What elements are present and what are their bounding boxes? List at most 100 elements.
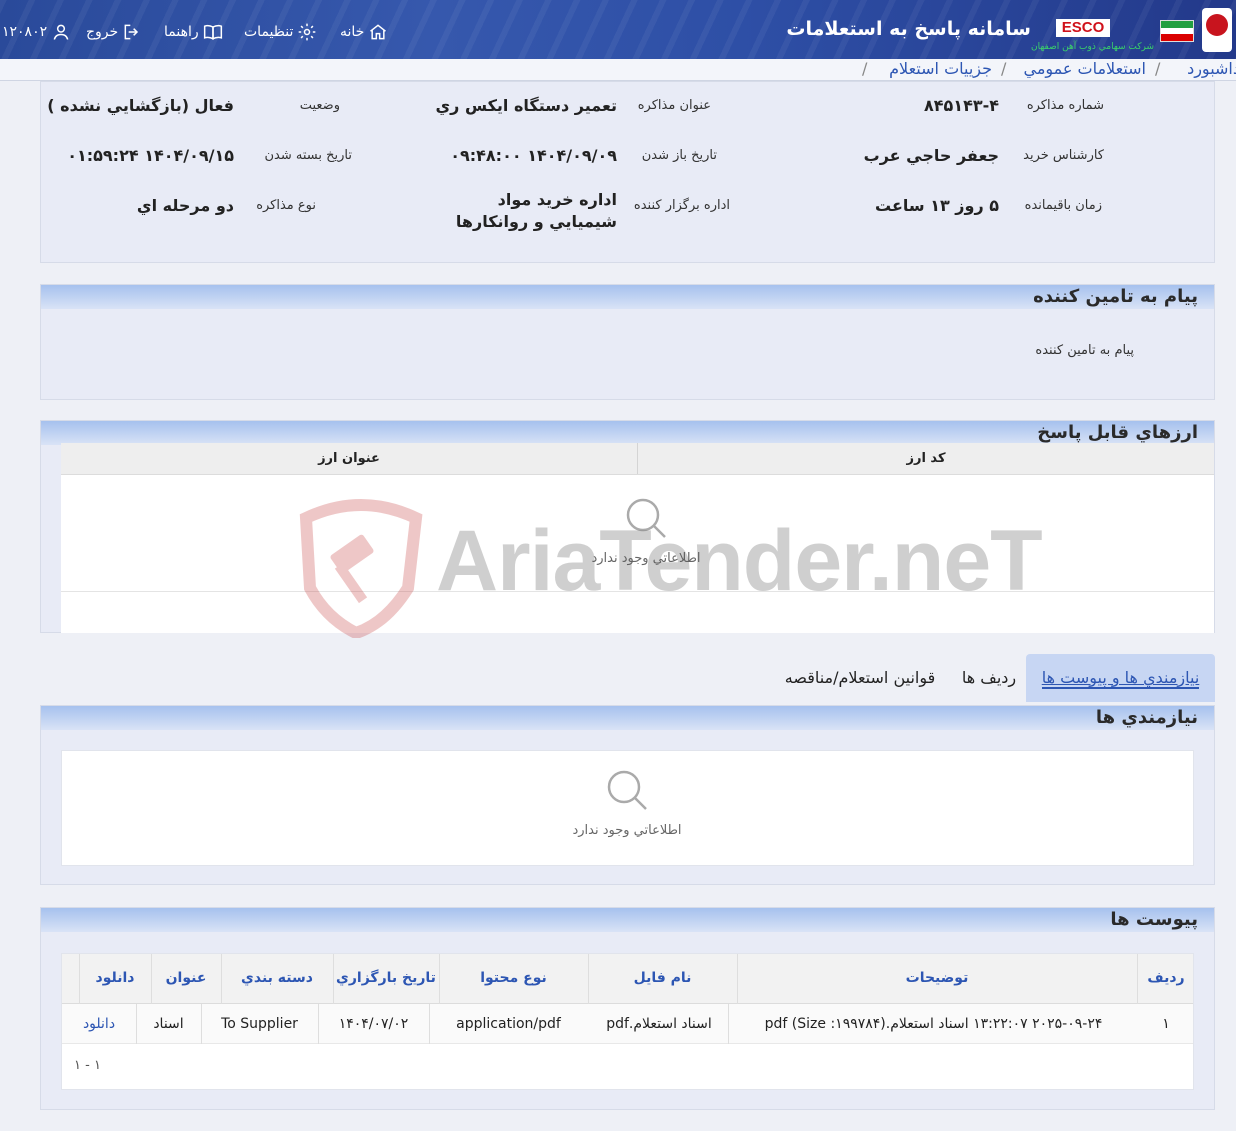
top-header-bar: ESCO شركت سهامي ذوب آهن اصفهان سامانه پا… — [0, 0, 1236, 59]
column-header-currency-title[interactable]: عنوان ارز — [61, 443, 637, 474]
grid-footer-divider — [61, 591, 1214, 592]
currencies-grid-header: كد ارز عنوان ارز — [61, 443, 1214, 475]
nav-logout-label: خروج — [86, 24, 119, 40]
breadcrumb-dashboard[interactable]: داشبورد — [1187, 59, 1236, 78]
breadcrumb-inquiry-details[interactable]: جزييات استعلام — [889, 59, 992, 78]
column-divider — [439, 954, 440, 1004]
column-header-index[interactable]: رديف — [1137, 954, 1195, 1003]
requirements-empty-state: اطلاعاتي وجود ندارد — [552, 767, 702, 838]
company-name: شركت سهامي ذوب آهن اصفهان — [1031, 42, 1154, 52]
requirements-empty-text: اطلاعاتي وجود ندارد — [572, 823, 682, 838]
column-header-content-type[interactable]: نوع محتوا — [439, 954, 588, 1003]
cell-file-name: اسناد استعلام.pdf — [606, 1016, 712, 1032]
column-header-currency-code[interactable]: كد ارز — [637, 443, 1214, 474]
tab-requirements-attachments-label: نيازمندي ها و پيوست ها — [1041, 668, 1200, 689]
supplier-message-text: پيام به تامين كننده — [1035, 343, 1134, 358]
pager-info: ۱ - ۱ — [74, 1058, 101, 1073]
nav-user[interactable]: ۱۲۰۸۰۲ — [2, 22, 71, 42]
negotiation-type: دو مرحله اي — [136, 196, 234, 215]
tab-inquiry-rules[interactable]: قوانين استعلام/مناقصه — [770, 654, 950, 702]
close-date: ۱۴۰۴/۰۹/۱۵ ۰۱:۵۹:۲۴ — [67, 146, 234, 165]
requirements-grid: اطلاعاتي وجود ندارد — [61, 750, 1194, 866]
column-divider — [79, 954, 80, 1004]
column-divider — [1137, 954, 1138, 1004]
cell-index: ۱ — [1162, 1016, 1170, 1032]
download-link[interactable]: دانلود — [62, 1004, 136, 1044]
column-divider — [429, 1004, 430, 1044]
column-header-upload-date[interactable]: تاريخ بارگزاري — [333, 954, 439, 1003]
organizer-label: اداره برگزار كننده — [633, 198, 730, 213]
column-divider — [318, 1004, 319, 1044]
user-id: ۱۲۰۸۰۲ — [2, 24, 48, 40]
remaining-time-label: زمان باقيمانده — [1024, 198, 1102, 213]
search-icon — [607, 770, 647, 810]
tab-requirements-attachments[interactable]: نيازمندي ها و پيوست ها — [1026, 654, 1215, 702]
open-date-label: تاريخ باز شدن — [641, 148, 717, 163]
nav-home-label: خانه — [340, 24, 365, 40]
attachments-grid-header: رديف توضيحات نام فايل نوع محتوا تاريخ با… — [62, 954, 1193, 1004]
gear-icon — [299, 23, 316, 41]
column-header-file-name[interactable]: نام فايل — [588, 954, 737, 1003]
cell-category: To Supplier — [221, 1016, 298, 1032]
currencies-empty-text: اطلاعاتي وجود ندارد — [591, 551, 701, 566]
company-logo[interactable]: ESCO شركت سهامي ذوب آهن اصفهان — [1000, 0, 1236, 59]
nav-settings-label: تنظيمات — [244, 24, 294, 40]
book-icon — [203, 24, 222, 40]
panel-header — [41, 706, 1214, 730]
logout-icon — [124, 24, 139, 40]
attachments-title: پيوست ها — [1110, 909, 1198, 930]
breadcrumb-public-inquiries[interactable]: استعلامات عمومي — [1023, 59, 1146, 78]
breadcrumb-separator: / — [1001, 59, 1007, 78]
home-icon — [370, 24, 387, 40]
nav-home[interactable]: خانه — [340, 22, 388, 42]
column-header-title[interactable]: عنوان — [151, 954, 221, 1003]
column-divider — [221, 954, 222, 1004]
remaining-time: ۵ روز ۱۳ ساعت — [875, 196, 999, 215]
requirements-title: نيازمندي ها — [1095, 707, 1198, 728]
supplier-message-title: پيام به تامين كننده — [1033, 286, 1198, 307]
negotiation-title-label: عنوان مذاكره — [637, 98, 711, 113]
column-header-category[interactable]: دسته بندي — [221, 954, 333, 1003]
app-title: سامانه پاسخ به استعلامات — [786, 18, 1031, 40]
user-icon — [53, 24, 69, 40]
status-value: فعال (بازگشايي نشده ) — [47, 96, 234, 115]
column-divider — [151, 954, 152, 1004]
esco-logo-text: ESCO — [1056, 19, 1110, 37]
negotiation-title: تعمير دستگاه ايكس ري — [435, 96, 617, 115]
tab-rows-label: رديف ها — [961, 668, 1017, 687]
nav-guide-label: راهنما — [164, 24, 199, 40]
column-header-download[interactable]: دانلود — [79, 954, 151, 1003]
negotiation-type-label: نوع مذاكره — [256, 198, 316, 213]
supplier-message-panel: پيام به تامين كننده پيام به تامين كننده — [40, 284, 1215, 400]
tab-rows[interactable]: رديف ها — [954, 654, 1024, 702]
status-label: وضعيت — [299, 98, 340, 113]
organizer-line2: شيميايي و روانكارها — [455, 212, 617, 231]
attachments-panel: پيوست ها رديف توضيحات نام فايل نوع محتوا… — [40, 907, 1215, 1110]
cell-content-type: application/pdf — [456, 1016, 561, 1032]
table-row[interactable]: ۱ ۲۰۲۵-۰۹-۲۴ ۱۳:۲۲:۰۷ اسناد استعلام.(Siz… — [62, 1004, 1193, 1044]
breadcrumb: داشبورد / استعلامات عمومي / جزييات استعل… — [0, 59, 1236, 81]
nav-settings[interactable]: تنظيمات — [244, 22, 317, 42]
close-date-label: تاريخ بسته شدن — [264, 148, 352, 163]
column-divider — [136, 1004, 137, 1044]
column-divider — [728, 1004, 729, 1044]
column-divider — [737, 954, 738, 1004]
purchase-expert: جعفر حاجي عرب — [863, 146, 999, 165]
search-icon — [626, 498, 666, 538]
company-emblem-icon — [1202, 8, 1232, 52]
column-divider — [588, 954, 589, 1004]
currencies-empty-state: اطلاعاتي وجود ندارد — [571, 495, 721, 566]
cell-description: ۲۰۲۵-۰۹-۲۴ ۱۳:۲۲:۰۷ اسناد استعلام.(Size … — [764, 1016, 1103, 1032]
nav-guide[interactable]: راهنما — [164, 22, 223, 42]
requirements-panel: نيازمندي ها اطلاعاتي وجود ندارد — [40, 705, 1215, 885]
organizer-line1: اداره خريد مواد — [497, 190, 617, 209]
column-divider — [333, 954, 334, 1004]
column-header-description[interactable]: توضيحات — [737, 954, 1137, 1003]
open-date: ۱۴۰۴/۰۹/۰۹ ۰۹:۴۸:۰۰ — [450, 146, 617, 165]
negotiation-number-label: شماره مذاكره — [1026, 98, 1104, 113]
iran-flag-icon — [1160, 20, 1194, 42]
nav-logout[interactable]: خروج — [86, 22, 142, 42]
negotiation-number: ۸۴۵۱۴۳-۴ — [924, 96, 999, 115]
attachments-grid: رديف توضيحات نام فايل نوع محتوا تاريخ با… — [61, 953, 1194, 1090]
panel-header — [41, 908, 1214, 932]
